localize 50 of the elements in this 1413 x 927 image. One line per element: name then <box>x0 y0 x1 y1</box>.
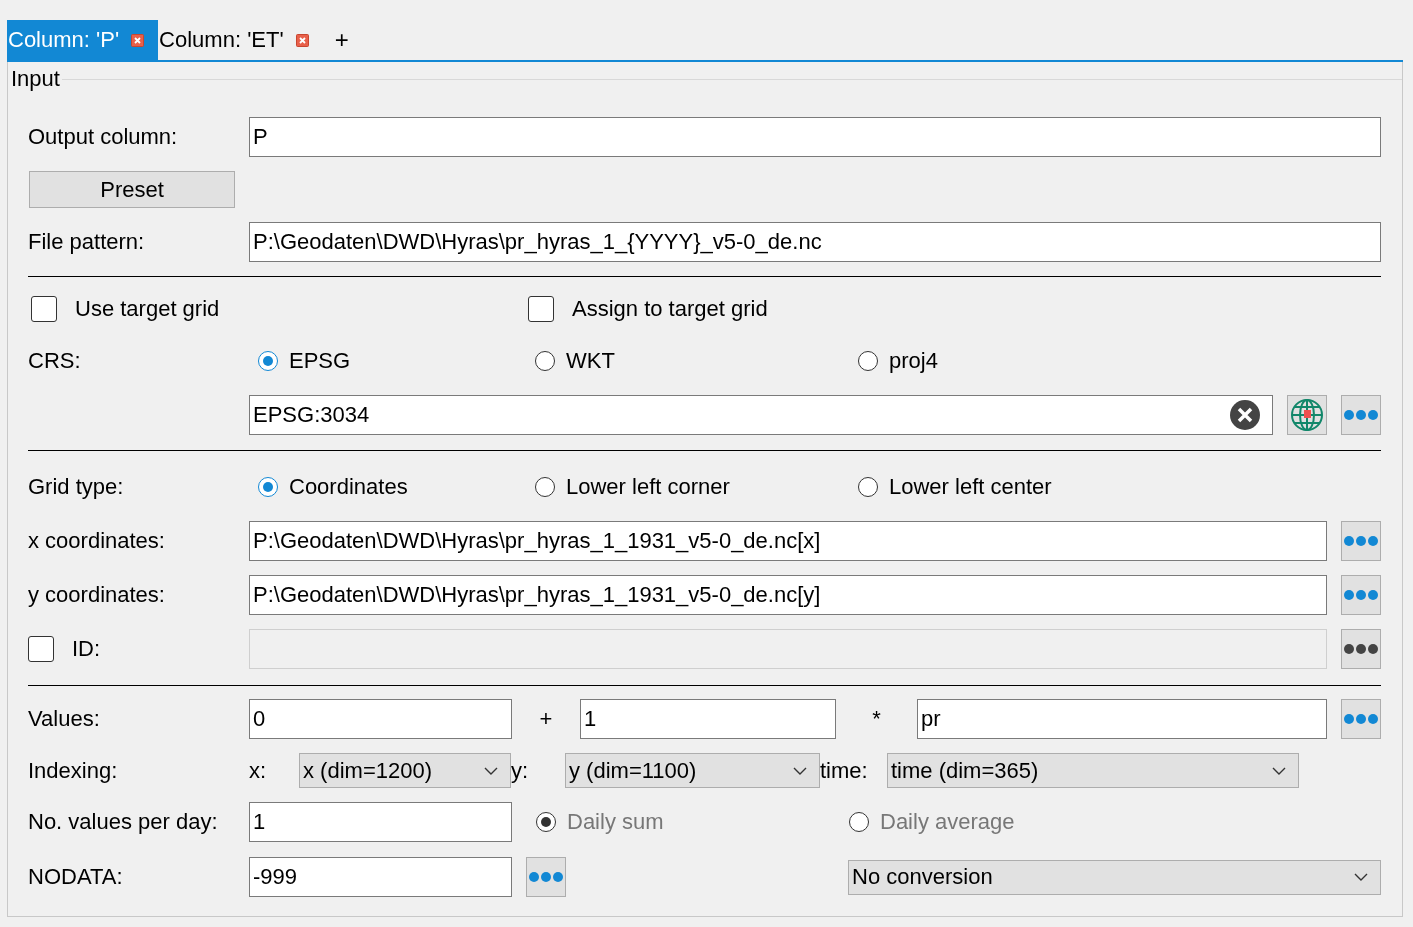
preset-button[interactable]: Preset <box>29 171 235 208</box>
multiply-sign: * <box>871 706 882 732</box>
chevron-down-icon <box>1354 873 1368 881</box>
field-label: Grid type: <box>28 474 125 500</box>
field-label: No. values per day: <box>28 809 219 835</box>
plus-sign: + <box>538 706 554 732</box>
scale-field[interactable]: 1 <box>580 699 836 739</box>
crs-radio[interactable]: WKT <box>535 348 615 374</box>
grid-type-radio[interactable]: Lower left center <box>858 474 1052 500</box>
dimension-dropdown[interactable]: x (dim=1200) <box>299 753 511 788</box>
tab[interactable]: Column: 'ET' <box>158 20 323 60</box>
field-label: NODATA: <box>28 864 124 890</box>
nodata-field[interactable]: -999 <box>249 857 512 897</box>
field-label: y coordinates: <box>28 582 166 608</box>
add-tab-button[interactable]: + <box>326 20 357 60</box>
x-coordinates-field[interactable]: P:\Geodaten\DWD\Hyras\pr_hyras_1_1931_v5-0_de.nc[x] <box>249 521 1327 561</box>
dimension-dropdown[interactable]: time (dim=365) <box>887 753 1299 788</box>
chevron-down-icon <box>793 766 807 775</box>
crs-radio[interactable]: EPSG <box>258 348 351 374</box>
field-label: x coordinates: <box>28 528 166 554</box>
y-coordinates-field[interactable]: P:\Geodaten\DWD\Hyras\pr_hyras_1_1931_v5-0_de.nc[y] <box>249 575 1327 615</box>
variable-field[interactable]: pr <box>917 699 1327 739</box>
field-label: File pattern: <box>28 229 146 255</box>
field-label: Values: <box>28 706 101 732</box>
output-column-field[interactable]: P <box>249 117 1381 157</box>
crs-field[interactable]: EPSG:3034 <box>249 395 1273 435</box>
field-label: Indexing: <box>28 757 119 784</box>
dimension-label: y: <box>511 757 530 784</box>
crs-radio[interactable]: proj4 <box>858 348 938 374</box>
chevron-down-icon <box>1272 766 1286 775</box>
grid-type-radio[interactable]: Coordinates <box>258 474 408 500</box>
use-target-grid-checkbox[interactable]: Use target grid <box>31 296 528 322</box>
grid-type-radio[interactable]: Lower left corner <box>535 474 730 500</box>
dimension-dropdown[interactable]: y (dim=1100) <box>565 753 820 788</box>
conversion-dropdown[interactable]: No conversion <box>848 859 1381 895</box>
field-label: CRS: <box>28 348 82 374</box>
assign-to-target-grid-checkbox[interactable]: Assign to target grid <box>528 296 768 322</box>
clear-icon[interactable] <box>1229 399 1261 431</box>
group-title: Input <box>11 66 60 92</box>
field-label: Output column: <box>28 124 179 150</box>
tab[interactable]: Column: 'P' <box>7 20 159 60</box>
close-icon[interactable] <box>131 33 145 47</box>
dimension-label: x: <box>249 757 268 784</box>
close-icon[interactable] <box>295 33 309 47</box>
globe-button[interactable] <box>1287 395 1327 435</box>
chevron-down-icon <box>484 766 498 775</box>
more-button[interactable] <box>1341 629 1381 669</box>
file-pattern-field[interactable]: P:\Geodaten\DWD\Hyras\pr_hyras_1_{YYYY}_v5-0_de.nc <box>249 222 1381 262</box>
offset-field[interactable]: 0 <box>249 699 512 739</box>
dimension-label: time: <box>820 757 869 784</box>
